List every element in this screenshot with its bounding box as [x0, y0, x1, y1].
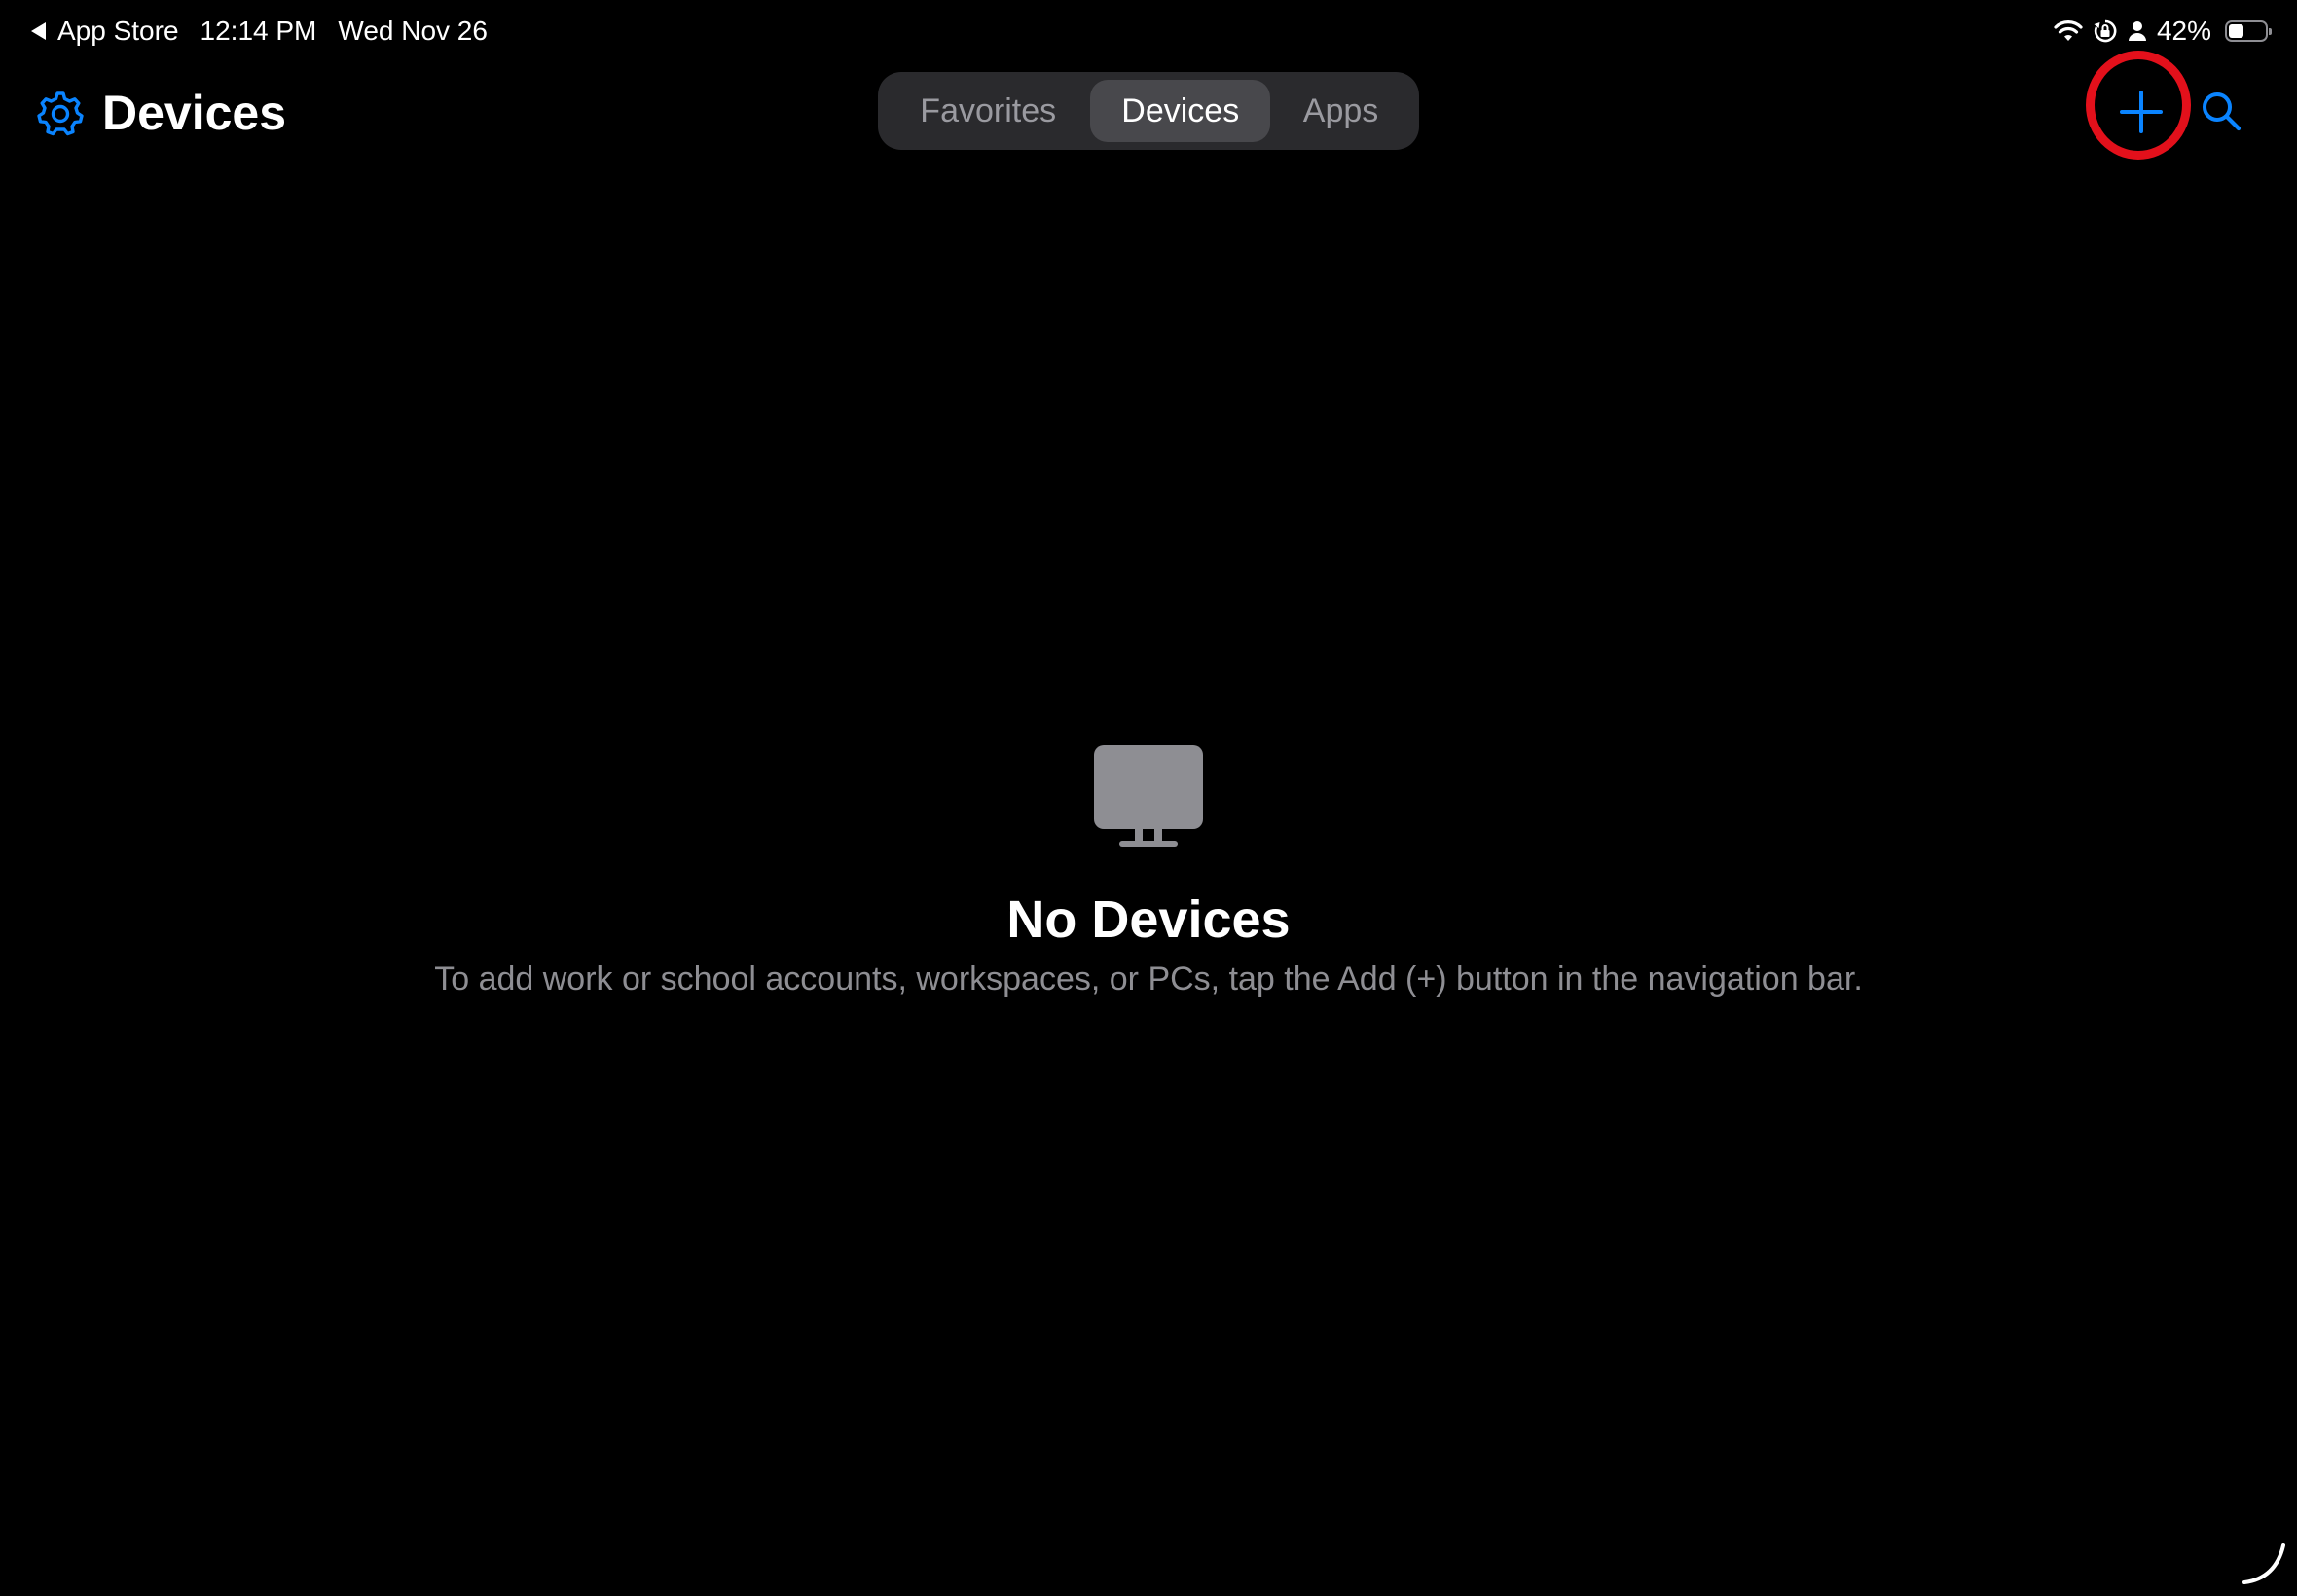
back-to-app-link[interactable]: App Store [57, 16, 179, 47]
battery-fill [2229, 24, 2243, 38]
back-arrow-icon[interactable] [31, 22, 46, 40]
add-button[interactable] [2113, 84, 2169, 140]
settings-button[interactable] [37, 90, 84, 136]
wifi-icon [2054, 19, 2083, 43]
tab-devices[interactable]: Devices [1090, 80, 1271, 142]
search-icon [2203, 92, 2242, 131]
battery-percent: 42% [2156, 16, 2211, 46]
resize-handle-icon[interactable] [2239, 1538, 2289, 1588]
monitor-icon [1094, 745, 1203, 847]
screen: App Store 12:14 PM Wed Nov 26 42% Device… [0, 0, 2297, 1596]
plus-icon [2120, 91, 2163, 133]
tab-apps[interactable]: Apps [1270, 80, 1411, 142]
battery-icon [2225, 20, 2272, 42]
empty-state-message: To add work or school accounts, workspac… [434, 961, 1863, 998]
battery-nub [2269, 28, 2272, 35]
view-tabs: Favorites Devices Apps [878, 72, 1419, 150]
tab-favorites[interactable]: Favorites [886, 80, 1090, 142]
orientation-lock-icon [2093, 18, 2118, 44]
gear-icon [37, 91, 84, 136]
status-date: Wed Nov 26 [338, 16, 488, 46]
status-bar-right: 42% [2054, 14, 2272, 49]
empty-state-title: No Devices [1006, 890, 1291, 949]
person-icon [2128, 19, 2147, 43]
page-title: Devices [102, 86, 287, 140]
search-button[interactable] [2198, 88, 2244, 134]
status-time: 12:14 PM [200, 16, 317, 46]
status-bar-left: App Store 12:14 PM Wed Nov 26 [31, 14, 488, 49]
